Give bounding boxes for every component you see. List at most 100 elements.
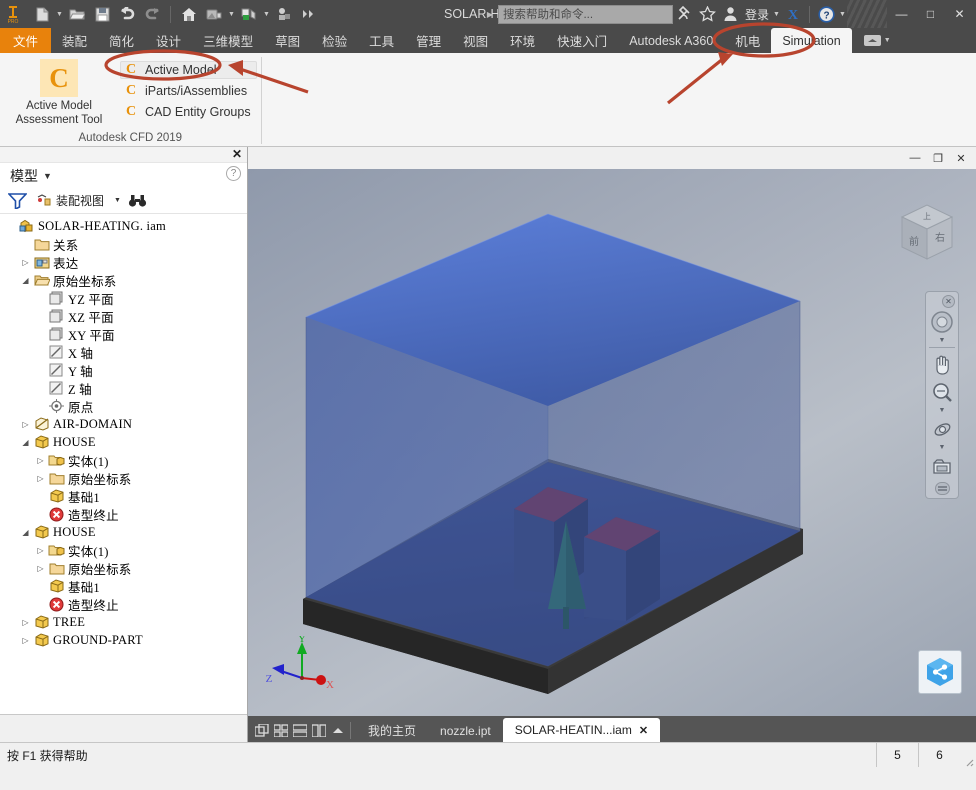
ribbon-tab-[interactable]: 三维模型 <box>192 28 264 53</box>
tree-item[interactable]: XZ 平面 <box>0 307 247 325</box>
orbit-dropdown-icon[interactable]: ▼ <box>939 443 946 452</box>
ribbon-display-options[interactable]: ▼ <box>858 28 897 53</box>
signin-label[interactable]: 登录 <box>742 6 772 23</box>
viewport-minimize-button[interactable]: — <box>904 149 926 167</box>
tree-expander-expanded-icon[interactable]: ◢ <box>19 276 32 285</box>
favorites-star-icon[interactable] <box>696 3 719 25</box>
help-icon[interactable]: ? <box>815 3 838 25</box>
ribbon-tab-[interactable]: 快速入门 <box>546 28 618 53</box>
new-file-dropdown-icon[interactable]: ▼ <box>55 3 64 25</box>
browser-close-icon[interactable]: ✕ <box>232 147 242 161</box>
binoculars-icon[interactable] <box>128 193 147 209</box>
ribbon-command-iparts-iassemblies[interactable]: CiParts/iAssemblies <box>120 82 257 100</box>
tree-item[interactable]: ▷ GROUND-PART <box>0 631 247 649</box>
window-maximize-button[interactable]: □ <box>916 1 945 27</box>
tree-item[interactable]: ▷ 原始坐标系 <box>0 469 247 487</box>
tree-item[interactable]: 造型终止 <box>0 595 247 613</box>
viewport-restore-button[interactable]: ❐ <box>927 149 949 167</box>
tree-expander-collapsed-icon[interactable]: ▷ <box>34 564 47 573</box>
view-cube[interactable]: 上 前 右 <box>892 197 962 269</box>
tree-expander-collapsed-icon[interactable]: ▷ <box>19 258 32 267</box>
tree-item[interactable]: YZ 平面 <box>0 289 247 307</box>
navbar-collapse-icon[interactable] <box>934 482 950 495</box>
ribbon-tab-[interactable]: 管理 <box>405 28 452 53</box>
ribbon-tab-[interactable]: 简化 <box>98 28 145 53</box>
graphics-viewport[interactable]: Y Z X 上 前 右 ✕ ▼ ▼ ▼ <box>248 169 976 716</box>
ribbon-minimize-icon[interactable] <box>863 35 881 46</box>
look-at-icon[interactable] <box>927 452 957 480</box>
zoom-dropdown-icon[interactable]: ▼ <box>939 406 946 415</box>
ribbon-tab-simulation[interactable]: Simulation <box>771 28 852 53</box>
ribbon-tab-[interactable]: 环境 <box>499 28 546 53</box>
tree-item[interactable]: ▷ 表达 <box>0 253 247 271</box>
tree-expander-collapsed-icon[interactable]: ▷ <box>19 636 32 645</box>
window-close-button[interactable]: ✕ <box>945 1 974 27</box>
tree-item[interactable]: ▷ AIR-DOMAIN <box>0 415 247 433</box>
tree-item[interactable]: Y 轴 <box>0 361 247 379</box>
zoom-magnifier-icon[interactable] <box>927 378 957 406</box>
browser-title-dropdown-icon[interactable]: ▼ <box>43 171 52 181</box>
tile-icon[interactable] <box>271 718 290 742</box>
ribbon-tab-[interactable]: 检验 <box>311 28 358 53</box>
tree-expander-collapsed-icon[interactable]: ▷ <box>34 456 47 465</box>
horizontal-icon[interactable] <box>290 718 309 742</box>
tree-item[interactable]: ▷ TREE <box>0 613 247 631</box>
ribbon-tab-[interactable]: 机电 <box>724 28 771 53</box>
vertical-icon[interactable] <box>309 718 328 742</box>
viewport-close-button[interactable]: ✕ <box>950 149 972 167</box>
tree-item[interactable]: 基础1 <box>0 487 247 505</box>
window-minimize-button[interactable]: — <box>887 1 916 27</box>
tree-item[interactable]: Z 轴 <box>0 379 247 397</box>
document-tab-0[interactable]: 我的主页 <box>356 719 428 742</box>
ribbon-tab-autodesk-a360[interactable]: Autodesk A360 <box>618 28 724 53</box>
autodesk-exchange-icon[interactable]: X <box>781 3 804 25</box>
tree-expander-collapsed-icon[interactable]: ▷ <box>34 546 47 555</box>
material-dropdown-icon[interactable]: ▼ <box>262 3 271 25</box>
browser-help-icon[interactable]: ? <box>226 166 241 181</box>
new-file-icon[interactable] <box>30 3 54 25</box>
navbar-close-icon[interactable]: ✕ <box>942 295 955 308</box>
tree-expander-collapsed-icon[interactable]: ▷ <box>19 420 32 429</box>
active-model-assessment-tool-button[interactable]: C Active Model Assessment Tool <box>4 56 114 129</box>
tree-expander-collapsed-icon[interactable]: ▷ <box>19 618 32 627</box>
tree-expander-collapsed-icon[interactable]: ▷ <box>34 474 47 483</box>
tree-item[interactable]: ▷ 原始坐标系 <box>0 559 247 577</box>
tree-item[interactable]: ▷ 实体(1) <box>0 451 247 469</box>
help-dropdown-icon[interactable]: ▼ <box>838 3 847 25</box>
account-dropdown-icon[interactable]: ▼ <box>772 3 781 25</box>
document-tab-close-icon[interactable]: ✕ <box>639 724 648 737</box>
steering-wheel-dropdown-icon[interactable]: ▼ <box>939 336 946 345</box>
tree-item[interactable]: ◢ 原始坐标系 <box>0 271 247 289</box>
ribbon-tab-[interactable]: 工具 <box>358 28 405 53</box>
ribbon-tab-[interactable]: 装配 <box>51 28 98 53</box>
more-commands-icon[interactable] <box>297 3 321 25</box>
tree-item[interactable]: ◢ HOUSE <box>0 433 247 451</box>
steering-wheel-icon[interactable] <box>927 308 957 336</box>
satellite-icon[interactable] <box>673 3 696 25</box>
open-file-icon[interactable] <box>65 3 89 25</box>
assembly-view-dropdown-icon[interactable]: ▼ <box>113 190 122 212</box>
material-icon[interactable] <box>237 3 261 25</box>
ribbon-tab-[interactable]: 设计 <box>145 28 192 53</box>
ribbon-tab-[interactable]: 草图 <box>264 28 311 53</box>
update-icon[interactable] <box>272 3 296 25</box>
document-tab-2[interactable]: SOLAR-HEATIN...iam ✕ <box>502 718 661 742</box>
tree-item[interactable]: 基础1 <box>0 577 247 595</box>
tree-expander-expanded-icon[interactable]: ◢ <box>19 438 32 447</box>
tree-item[interactable]: 造型终止 <box>0 505 247 523</box>
appearance-icon[interactable] <box>202 3 226 25</box>
cascade-icon[interactable] <box>252 718 271 742</box>
tree-item[interactable]: SOLAR-HEATING. iam <box>0 217 247 235</box>
a360-share-icon[interactable] <box>918 650 962 694</box>
tree-item[interactable]: 关系 <box>0 235 247 253</box>
search-input[interactable]: 搜索帮助和命令... <box>497 4 673 24</box>
search-expander-icon[interactable]: ▶ <box>482 10 498 19</box>
ribbon-command-cad-entity-groups[interactable]: C CAD Entity Groups <box>120 103 257 121</box>
tree-item[interactable]: ▷ 实体(1) <box>0 541 247 559</box>
filter-icon[interactable] <box>8 192 27 209</box>
pan-hand-icon[interactable] <box>927 350 957 378</box>
user-account-icon[interactable] <box>719 3 742 25</box>
appearance-dropdown-icon[interactable]: ▼ <box>227 3 236 25</box>
orbit-icon[interactable] <box>927 415 957 443</box>
tree-item[interactable]: X 轴 <box>0 343 247 361</box>
